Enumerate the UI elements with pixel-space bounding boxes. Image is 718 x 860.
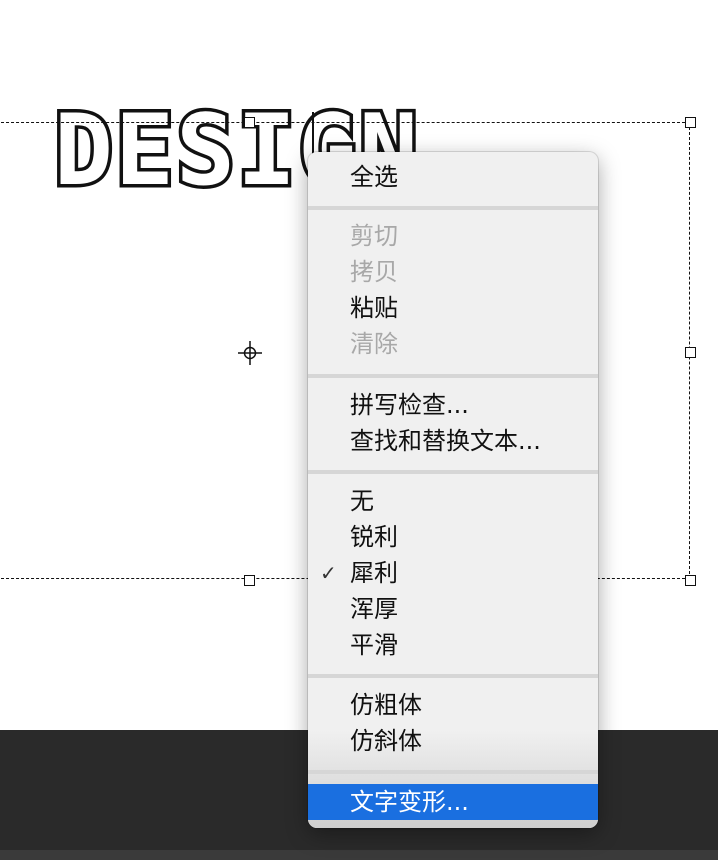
transform-handle-bottom-right[interactable] [685, 575, 696, 586]
menu-item-spell-check[interactable]: 拼写检查... [308, 387, 598, 423]
menu-separator [308, 470, 598, 474]
menu-item-antialias-none[interactable]: 无 [308, 483, 598, 519]
transform-handle-middle-right[interactable] [685, 347, 696, 358]
menu-separator [308, 374, 598, 378]
bottom-strip [0, 850, 718, 860]
menu-item-label: 犀利 [350, 559, 398, 587]
context-menu: 全选 剪切 拷贝 粘贴 清除 拼写检查... 查找和替换文本... 无 锐利 ✓… [308, 152, 598, 828]
menu-separator [308, 206, 598, 210]
menu-item-find-replace[interactable]: 查找和替换文本... [308, 423, 598, 459]
menu-item-antialias-crisp[interactable]: ✓ 犀利 [308, 555, 598, 591]
menu-item-warp-text[interactable]: 文字变形... [308, 784, 598, 820]
menu-separator [308, 674, 598, 678]
transform-handle-top-middle[interactable] [244, 117, 255, 128]
menu-item-antialias-sharp[interactable]: 锐利 [308, 519, 598, 555]
document-canvas[interactable]: DESIGN DESIGN 全选 剪切 拷贝 粘贴 清除 拼写检查... 查找和… [0, 0, 718, 860]
menu-item-antialias-smooth[interactable]: 平滑 [308, 627, 598, 663]
menu-item-faux-bold[interactable]: 仿粗体 [308, 687, 598, 723]
menu-item-cut: 剪切 [350, 222, 398, 250]
menu-separator [308, 770, 598, 774]
transform-handle-bottom-middle[interactable] [244, 575, 255, 586]
checkmark-icon: ✓ [320, 561, 337, 585]
transform-handle-top-right[interactable] [685, 117, 696, 128]
menu-item-antialias-strong[interactable]: 浑厚 [308, 591, 598, 627]
menu-item-select-all[interactable]: 全选 [308, 159, 598, 195]
reference-point-crosshair-icon[interactable] [238, 341, 262, 365]
menu-item-copy: 拷贝 [350, 258, 398, 286]
menu-item-clear: 清除 [350, 330, 398, 358]
menu-item-faux-italic[interactable]: 仿斜体 [308, 723, 598, 759]
menu-item-paste[interactable]: 粘贴 [308, 290, 598, 326]
